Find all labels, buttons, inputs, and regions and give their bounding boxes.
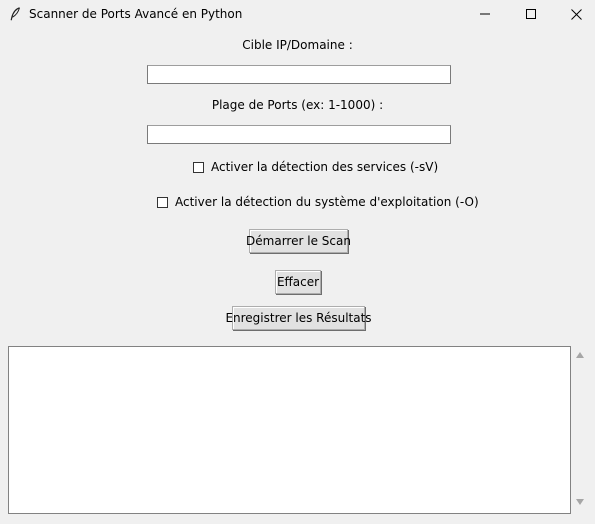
service-detection-label: Activer la détection des services (-sV) xyxy=(211,160,439,174)
minimize-button[interactable] xyxy=(462,0,508,28)
window-title: Scanner de Ports Avancé en Python xyxy=(29,7,243,21)
port-range-label: Plage de Ports (ex: 1-1000) : xyxy=(211,98,384,112)
maximize-icon xyxy=(526,9,536,19)
save-results-button[interactable]: Enregistrer les Résultats xyxy=(225,306,372,330)
os-detection-checkbox[interactable]: Activer la détection du système d'exploi… xyxy=(157,195,479,209)
checkbox-box[interactable] xyxy=(193,161,204,173)
close-icon xyxy=(570,8,582,20)
clear-button[interactable]: Effacer xyxy=(275,270,321,294)
checkbox-box[interactable] xyxy=(157,196,168,208)
target-input[interactable] xyxy=(147,65,451,84)
target-label: Cible IP/Domaine : xyxy=(242,38,353,52)
service-detection-checkbox[interactable]: Activer la détection des services (-sV) xyxy=(193,160,438,174)
title-bar: Scanner de Ports Avancé en Python xyxy=(0,0,595,30)
minimize-icon xyxy=(480,13,490,15)
maximize-button[interactable] xyxy=(508,0,554,28)
results-textarea[interactable] xyxy=(8,346,571,514)
port-range-input[interactable] xyxy=(147,125,451,144)
start-scan-button[interactable]: Démarrer le Scan xyxy=(246,229,351,253)
feather-icon xyxy=(10,7,20,21)
vertical-scrollbar[interactable] xyxy=(571,346,589,514)
close-button[interactable] xyxy=(553,0,595,28)
scroll-down-icon[interactable] xyxy=(576,499,584,505)
scroll-up-icon[interactable] xyxy=(576,352,584,358)
os-detection-label: Activer la détection du système d'exploi… xyxy=(175,195,479,209)
